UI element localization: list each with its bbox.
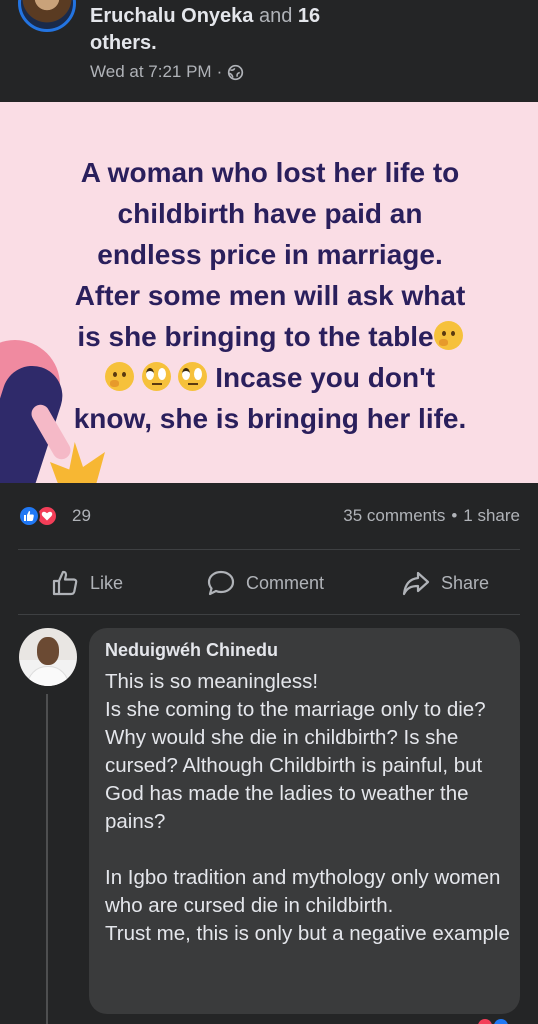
thread-line	[46, 694, 48, 1024]
eye-roll-emoji-icon	[141, 362, 171, 391]
post-meta: Wed at 7:21 PM ·	[90, 62, 244, 82]
comment-label: Comment	[246, 572, 325, 593]
page-avatar[interactable]	[18, 0, 76, 32]
comments-count[interactable]: 35 comments	[343, 506, 445, 526]
post-author-line[interactable]: Eruchalu Onyeka and 16 others.	[90, 3, 390, 57]
reaction-icons[interactable]	[18, 505, 58, 527]
like-label: Like	[90, 572, 124, 593]
eye-roll-emoji-icon	[178, 362, 208, 391]
comment-button[interactable]: Comment	[206, 568, 324, 598]
post-line: know, she is bringing her life.	[73, 403, 467, 434]
commenter-name[interactable]: Neduigwéh Chinedu	[105, 640, 278, 661]
thumbs-up-icon	[52, 570, 78, 596]
like-icon	[18, 505, 40, 527]
globe-icon[interactable]	[227, 64, 244, 81]
share-arrow-icon	[402, 571, 430, 596]
thinking-face-emoji-icon	[433, 321, 463, 350]
love-icon	[478, 1019, 492, 1024]
comment-reactions-peek	[478, 1019, 514, 1024]
share-button[interactable]: Share	[401, 568, 489, 598]
commenter-avatar[interactable]	[19, 628, 77, 686]
comment-bubble[interactable]: Neduigwéh Chinedu This is so meaningless…	[89, 628, 520, 1014]
post-header: Eruchalu Onyeka and 16 others. Wed at 7:…	[0, 0, 538, 102]
reaction-count[interactable]: 29	[72, 506, 91, 526]
comment-bubble-icon	[207, 570, 235, 596]
divider	[18, 614, 520, 615]
shares-count[interactable]: 1 share	[463, 506, 520, 526]
reactions-bar: 29 35 comments • 1 share	[0, 483, 538, 549]
avatar-face	[37, 637, 59, 665]
post-line: A woman who lost her life to	[80, 157, 460, 188]
thinking-face-emoji-icon	[104, 362, 134, 391]
post-actions: Like Comment Share	[0, 550, 538, 614]
meta-separator: ·	[216, 62, 223, 81]
like-button[interactable]: Like	[50, 568, 123, 598]
post-line: endless price in marriage.	[97, 239, 443, 270]
post-line: is she bringing to the table	[77, 321, 434, 352]
comment-text: This is so meaningless! Is she coming to…	[105, 670, 510, 945]
post-line: Incase you don't	[215, 362, 436, 393]
share-label: Share	[441, 572, 490, 593]
stats-separator: •	[451, 506, 458, 525]
post-text-card[interactable]: A woman who lost her life to childbirth …	[0, 102, 538, 483]
author-name[interactable]: Eruchalu Onyeka	[90, 5, 253, 27]
others-count[interactable]: 16	[298, 5, 320, 27]
post-text: A woman who lost her life to childbirth …	[30, 152, 510, 439]
and-text: and	[258, 5, 293, 27]
post-line: After some men will ask what	[74, 280, 466, 311]
post-timestamp[interactable]: Wed at 7:21 PM	[90, 62, 212, 82]
avatar-body	[27, 666, 69, 686]
like-icon	[494, 1019, 508, 1024]
others-text[interactable]: others.	[90, 32, 157, 54]
post-line: childbirth have paid an	[117, 198, 423, 229]
engagement-stats: 35 comments • 1 share	[343, 506, 520, 526]
